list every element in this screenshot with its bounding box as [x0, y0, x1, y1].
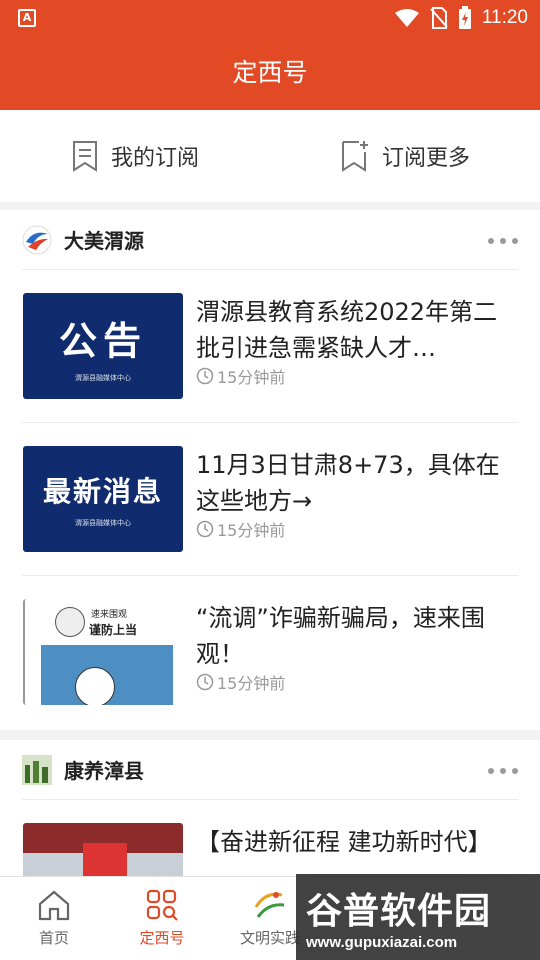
my-subscriptions-label: 我的订阅	[110, 146, 199, 171]
wenming-logo-icon	[254, 892, 285, 918]
site-watermark: 谷普软件园 www.gupuxiazai.com	[296, 874, 540, 960]
news-meta: 15分钟前	[196, 364, 285, 388]
tab-dingxihao[interactable]: 定西号	[108, 877, 216, 960]
channel-header[interactable]: 大美渭源	[22, 210, 518, 270]
thumbnail-panel	[41, 645, 173, 705]
clock-icon	[196, 520, 214, 538]
my-subscriptions-button[interactable]: 我的订阅	[0, 110, 270, 202]
wifi-icon	[394, 9, 419, 27]
cartoon-face-icon	[55, 607, 85, 637]
tab-label: 文明实践	[239, 929, 300, 947]
grid-search-icon	[146, 889, 178, 921]
channel-logo	[22, 754, 52, 785]
more-options-icon[interactable]	[488, 238, 518, 244]
thumbnail-caption: 速来围观	[91, 610, 128, 620]
clock-icon	[196, 673, 214, 691]
status-bar: A 11:20	[0, 0, 540, 36]
news-title: 11月3日甘肃8+73，具体在这些地方→	[196, 451, 500, 515]
news-thumbnail: 最新消息 渭源县融媒体中心	[23, 446, 183, 552]
news-time: 15分钟前	[217, 521, 286, 540]
more-options-icon[interactable]	[488, 768, 518, 774]
channel-section-dameiweiyuan: 大美渭源 公告 渭源县融媒体中心 渭源县教育系统2022年第二批引进急需紧缺人才…	[0, 210, 540, 730]
thumbnail-text: 公告	[58, 317, 147, 363]
subscribe-bar: 我的订阅 订阅更多	[0, 110, 540, 202]
home-icon	[38, 890, 70, 921]
news-time: 15分钟前	[217, 368, 286, 387]
news-item[interactable]: 【奋进新征程 建功新时代】	[22, 800, 518, 880]
watermark-brand: 谷普软件园	[306, 891, 492, 932]
news-time: 15分钟前	[217, 674, 286, 693]
thumbnail-text: 谨防上当	[89, 623, 138, 637]
news-thumbnail: 速来围观 谨防上当	[23, 599, 183, 705]
tab-home[interactable]: 首页	[0, 877, 108, 960]
news-title: 渭源县教育系统2022年第二批引进急需紧缺人才…	[196, 298, 498, 362]
tab-label: 首页	[38, 929, 69, 947]
thumbnail-text: 最新消息	[42, 475, 163, 508]
thumbnail-caption: 渭源县融媒体中心	[75, 373, 131, 382]
news-thumbnail	[23, 823, 183, 880]
bookmark-list-icon	[72, 141, 97, 172]
channel-name: 大美渭源	[64, 229, 144, 253]
news-title: “流调”诈骗新骗局，速来围观！	[196, 604, 485, 668]
news-meta: 15分钟前	[196, 517, 285, 541]
watermark-url: www.gupuxiazai.com	[306, 934, 458, 951]
subscribe-more-label: 订阅更多	[381, 146, 470, 171]
news-item[interactable]: 速来围观 谨防上当 “流调”诈骗新骗局，速来围观！ 15分钟前	[22, 576, 518, 729]
subscribe-more-button[interactable]: 订阅更多	[270, 110, 540, 202]
app-notification-icon: A	[18, 9, 36, 27]
tab-label: 定西号	[139, 929, 185, 947]
bookmark-add-icon	[341, 141, 368, 172]
no-sim-icon	[430, 7, 448, 29]
news-item[interactable]: 最新消息 渭源县融媒体中心 11月3日甘肃8+73，具体在这些地方→ 15分钟前	[22, 423, 518, 576]
thumbnail-caption: 渭源县融媒体中心	[75, 519, 131, 527]
news-item[interactable]: 公告 渭源县融媒体中心 渭源县教育系统2022年第二批引进急需紧缺人才… 15分…	[22, 270, 518, 423]
cartoon-face-icon	[75, 667, 115, 705]
channel-section-kangyangzhangxian: 康养漳县 【奋进新征程 建功新时代】	[0, 740, 540, 880]
news-title: 【奋进新征程 建功新时代】	[196, 828, 492, 856]
page-title: 定西号	[0, 36, 540, 110]
channel-name: 康养漳县	[64, 759, 144, 783]
clock: 11:20	[481, 7, 528, 28]
news-meta: 15分钟前	[196, 670, 285, 694]
channel-header[interactable]: 康养漳县	[22, 740, 518, 800]
news-thumbnail: 公告 渭源县融媒体中心	[23, 293, 183, 399]
channel-logo	[22, 225, 52, 254]
clock-icon	[196, 367, 214, 385]
battery-charging-icon	[458, 6, 471, 29]
